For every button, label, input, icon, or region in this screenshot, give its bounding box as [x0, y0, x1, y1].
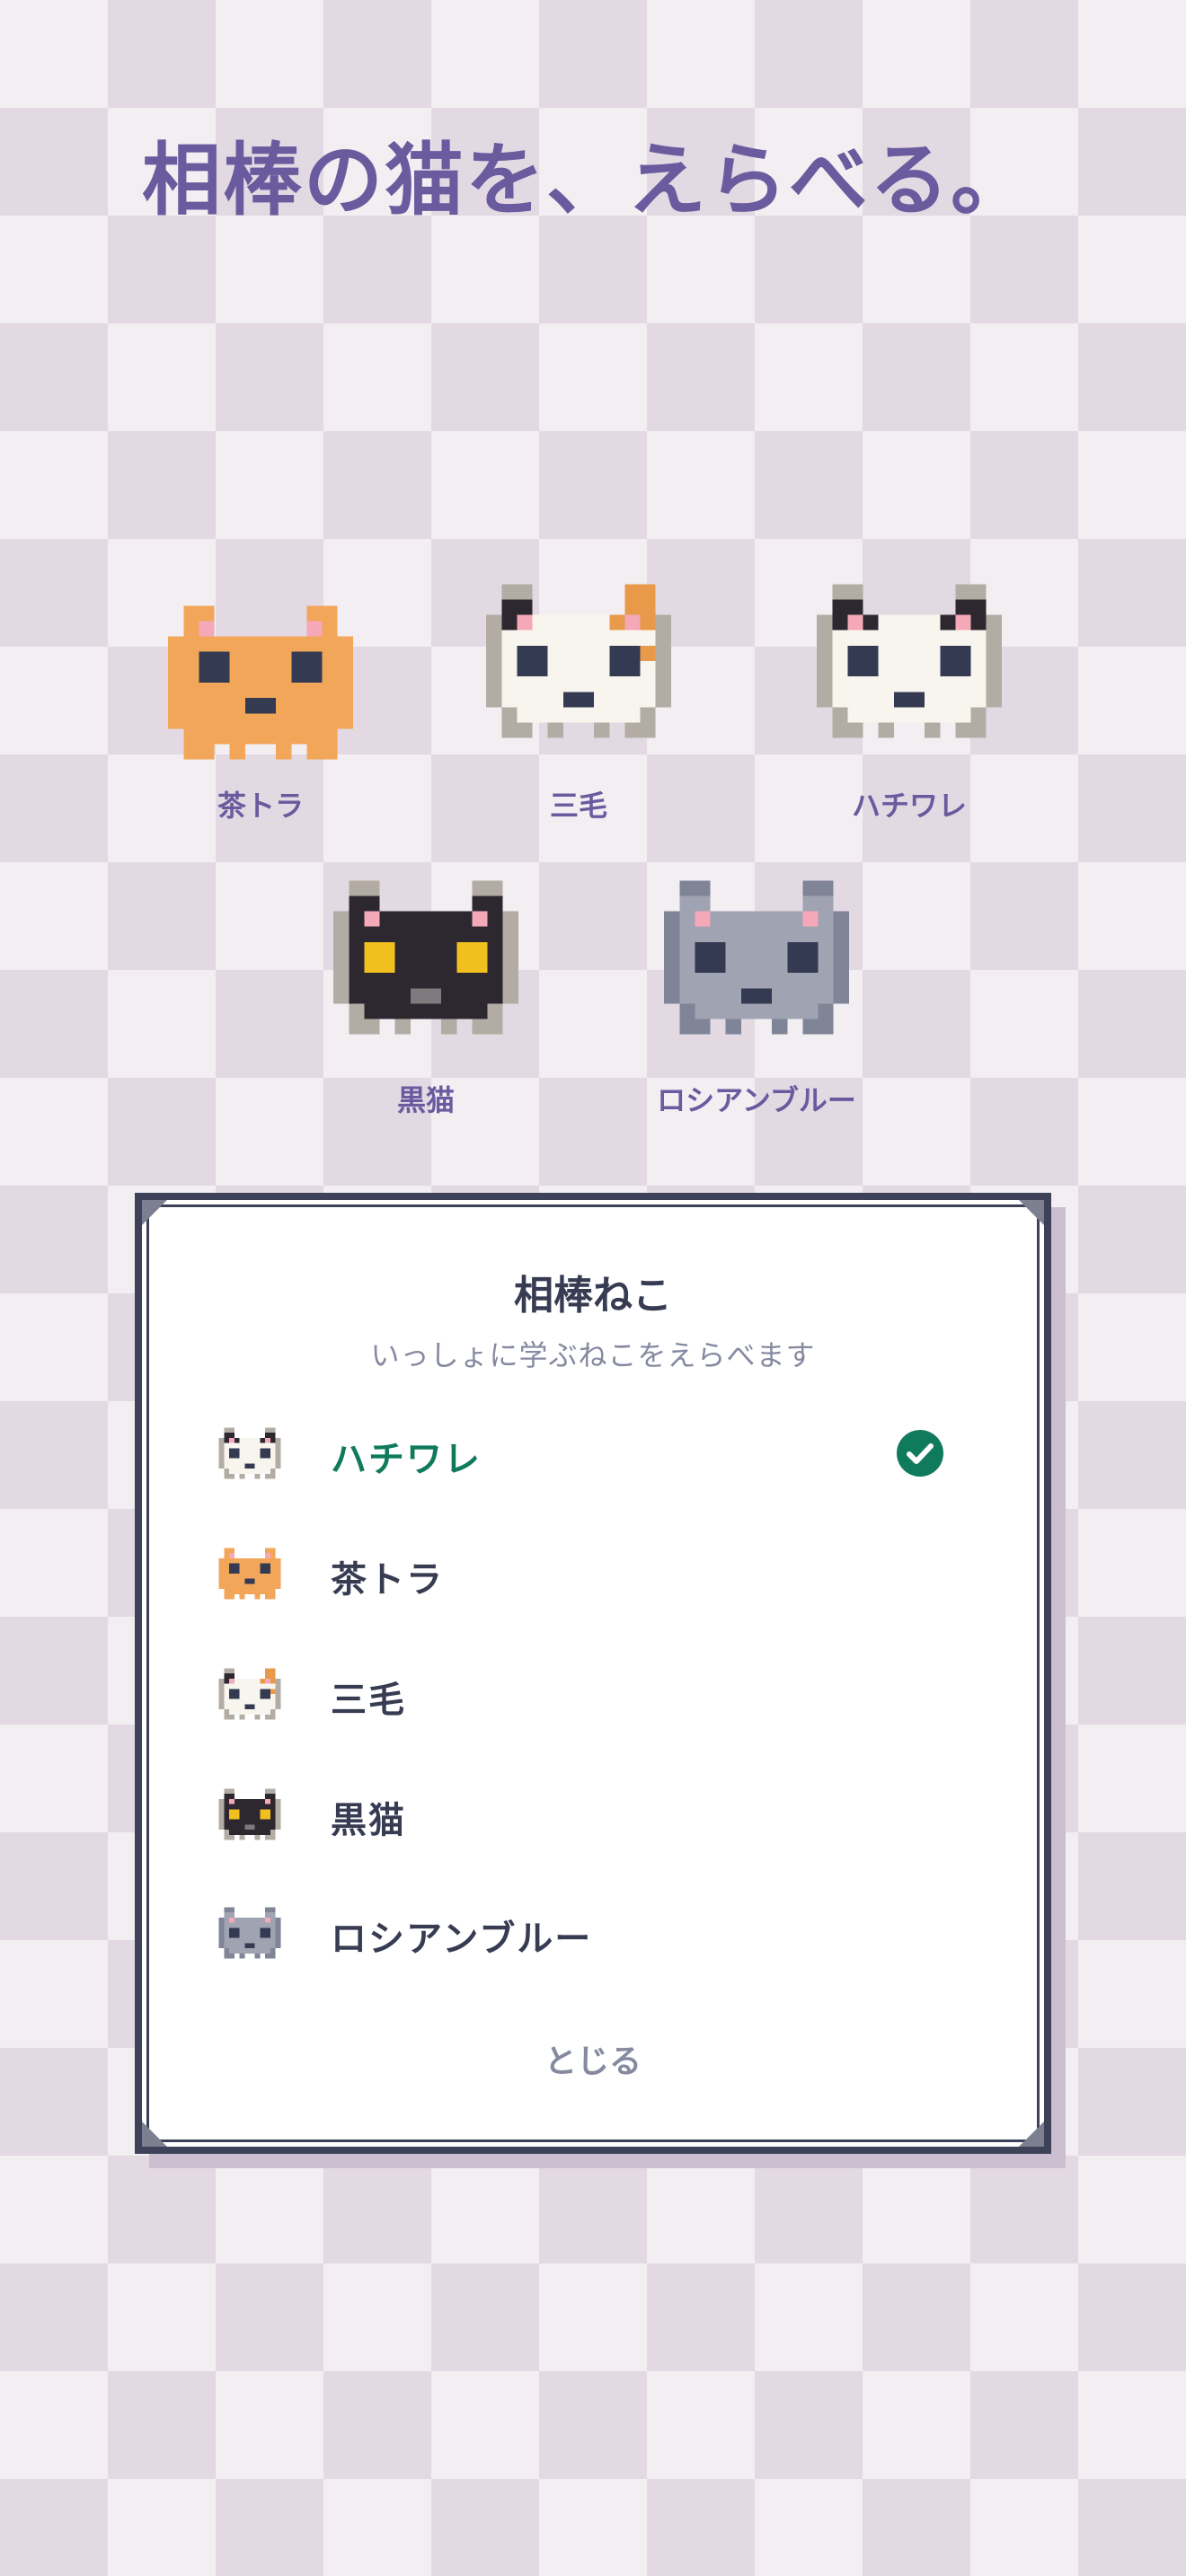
check-circle-icon — [897, 1430, 943, 1477]
cat-option-hachiware[interactable]: ハチワレ — [196, 1408, 1005, 1498]
cat-option-kuroneko[interactable]: 黒猫 — [196, 1769, 1005, 1859]
close-button[interactable]: とじる — [501, 2031, 685, 2094]
cat-option-russian-blue[interactable]: ロシアンブルー — [196, 1888, 1005, 1978]
headline: 相棒の猫を、えらべる。 — [142, 134, 1032, 226]
russian-blue-cat-icon — [214, 1897, 286, 1969]
dialog-subtitle: いっしょに学ぶねこをえらべます — [370, 1338, 816, 1372]
cat-option-mike[interactable]: 三毛 — [196, 1649, 1005, 1739]
dialog-corner-ornament — [1019, 1200, 1044, 1225]
mike-cat-icon — [214, 1658, 286, 1730]
mike-cat-image — [471, 553, 686, 769]
russian-blue-cat-image — [649, 850, 864, 1065]
cat-option-label: ハチワレ — [331, 1439, 482, 1480]
dialog-corner-ornament — [1019, 2122, 1044, 2147]
cat-option-label: 三毛 — [331, 1680, 406, 1721]
kuroneko-label: 黒猫 — [396, 1083, 455, 1117]
chatora-cat-image — [153, 575, 368, 790]
dialog-corner-ornament — [142, 1200, 167, 1225]
cat-option-label: 茶トラ — [331, 1559, 444, 1601]
cat-option-label: 黒猫 — [331, 1800, 406, 1841]
mike-label: 三毛 — [549, 789, 607, 823]
hachiware-label: ハチワレ — [851, 789, 967, 823]
russian-blue-label: ロシアンブルー — [657, 1083, 856, 1117]
cat-option-label: ロシアンブルー — [331, 1919, 593, 1960]
cat-option-chatora[interactable]: 茶トラ — [196, 1529, 1005, 1619]
hachiware-cat-image — [801, 553, 1017, 769]
chatora-cat-icon — [214, 1538, 286, 1610]
chatora-label: 茶トラ — [217, 789, 304, 823]
dialog-title: 相棒ねこ — [514, 1273, 672, 1319]
kuroneko-cat-icon — [214, 1778, 286, 1850]
kuroneko-cat-image — [318, 850, 534, 1065]
hachiware-cat-icon — [214, 1417, 286, 1489]
companion-cat-dialog: 相棒ねこ いっしょに学ぶねこをえらべます ハチワレ 茶トラ 三毛 黒猫 ロシアン… — [135, 1193, 1051, 2154]
dialog-corner-ornament — [142, 2122, 167, 2147]
